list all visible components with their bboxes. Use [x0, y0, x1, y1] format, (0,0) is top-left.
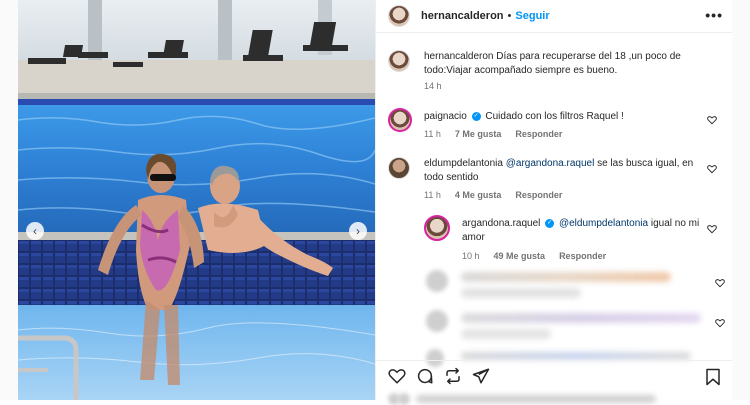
post-photo[interactable]: ‹ › [18, 0, 375, 400]
repost-icon[interactable] [444, 367, 462, 385]
comment-username[interactable]: eldumpdelantonia [424, 158, 503, 169]
blurred-text [416, 395, 656, 403]
comment-icon[interactable] [416, 367, 434, 385]
caption-username[interactable]: hernancalderon [424, 51, 494, 62]
blurred-text [461, 329, 551, 339]
comment-meta: 11 h 4 Me gusta Responder [424, 190, 562, 200]
author-avatar[interactable] [388, 5, 410, 27]
heart-icon[interactable] [707, 115, 717, 125]
like-heart-icon[interactable] [388, 367, 406, 385]
heart-icon[interactable] [707, 164, 717, 174]
share-icon[interactable] [472, 367, 490, 385]
post-caption: hernancalderon Días para recuperarse del… [388, 50, 723, 95]
commenter-avatar[interactable] [388, 157, 410, 179]
author-username[interactable]: hernancalderon [421, 10, 504, 22]
comment-time[interactable]: 10 h [462, 251, 480, 261]
comment-item: eldumpdelantonia @argandona.raquel se la… [388, 157, 723, 207]
commenter-avatar[interactable] [388, 108, 412, 132]
reply-item: argandona.raquel ✓ @eldumpdelantonia igu… [424, 215, 723, 265]
post-header: hernancalderon • Seguir ••• [376, 0, 733, 33]
commenter-avatar[interactable] [424, 215, 450, 241]
reply-button[interactable]: Responder [515, 190, 562, 200]
post-action-bar [376, 360, 733, 390]
blurred-avatar [426, 270, 448, 292]
more-options-icon[interactable]: ••• [705, 7, 723, 23]
comment-time[interactable]: 11 h [424, 129, 441, 139]
comment-time[interactable]: 11 h [424, 190, 441, 200]
comments-panel: hernancalderon • Seguir ••• hernancalder… [375, 0, 733, 405]
comment-username[interactable]: paignacio [424, 111, 467, 122]
header-separator: • [507, 10, 512, 22]
chevron-right-icon: › [356, 224, 360, 238]
comment-meta: 10 h 49 Me gusta Responder [462, 251, 606, 261]
comment-likes[interactable]: 4 Me gusta [455, 190, 502, 200]
caption-avatar[interactable] [388, 50, 410, 72]
pool-photo-illustration [18, 0, 375, 400]
verified-icon: ✓ [471, 111, 481, 121]
right-margin [732, 0, 750, 400]
blurred-text [461, 288, 581, 298]
comment-text-block: paignacio ✓ Cuidado con los filtros Raqu… [424, 110, 701, 124]
comment-text: Cuidado con los filtros Raquel ! [485, 111, 624, 122]
comment-likes[interactable]: 49 Me gusta [494, 251, 546, 261]
caption-meta: 14 h [424, 81, 442, 91]
comment-username[interactable]: argandona.raquel [462, 218, 540, 229]
blurred-avatar [398, 393, 410, 405]
blurred-avatar [426, 310, 448, 332]
reply-button[interactable]: Responder [559, 251, 606, 261]
caption-text-block: hernancalderon Días para recuperarse del… [424, 50, 701, 78]
blurred-text [461, 313, 701, 323]
caption-time[interactable]: 14 h [424, 81, 442, 91]
comment-item: paignacio ✓ Cuidado con los filtros Raqu… [388, 108, 723, 148]
instagram-post-view: ‹ › hernancalderon • Seguir ••• hernanca… [0, 0, 750, 405]
heart-icon[interactable] [715, 278, 725, 288]
next-photo-button[interactable]: › [349, 222, 367, 240]
comment-text-block: argandona.raquel ✓ @eldumpdelantonia igu… [462, 217, 701, 245]
heart-icon[interactable] [715, 318, 725, 328]
blurred-text [461, 272, 671, 282]
chevron-left-icon: ‹ [33, 224, 37, 238]
comment-text-block: eldumpdelantonia @argandona.raquel se la… [424, 157, 701, 185]
previous-photo-button[interactable]: ‹ [26, 222, 44, 240]
comment-meta: 11 h 7 Me gusta Responder [424, 129, 562, 139]
comment-mention[interactable]: @eldumpdelantonia [559, 218, 648, 229]
follow-button[interactable]: Seguir [515, 10, 549, 22]
reply-button[interactable]: Responder [515, 129, 562, 139]
comment-mention[interactable]: @argandona.raquel [506, 158, 595, 169]
heart-icon[interactable] [707, 224, 717, 234]
comment-likes[interactable]: 7 Me gusta [455, 129, 502, 139]
blurred-text [461, 352, 691, 360]
bookmark-icon[interactable] [705, 368, 721, 386]
left-margin [0, 0, 18, 400]
verified-icon: ✓ [545, 218, 555, 228]
